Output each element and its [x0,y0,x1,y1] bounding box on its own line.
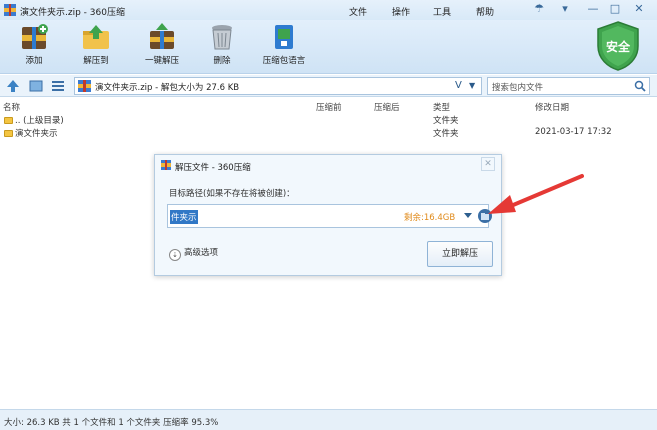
close-icon[interactable]: ✕ [630,2,648,16]
add-button[interactable]: 添加 [8,23,60,71]
chevron-double-down-icon: ⇣ [169,249,181,261]
window-title: 演文件夹示.zip - 360压缩 [20,8,125,18]
path-field[interactable]: 演文件夹示.zip - 解包大小为 27.6 KB V ▼ [74,77,482,95]
path-text: 演文件夹示.zip - 解包大小为 27.6 KB [95,83,240,93]
add-label: 添加 [25,56,43,66]
column-type[interactable]: 类型 [433,101,450,113]
extract-to-icon [83,25,109,49]
target-path-value: 件夹示 [170,210,198,224]
maximize-icon[interactable]: □ [606,2,624,16]
free-space: 剩余:16.4GB [404,213,456,223]
one-click-extract-label: 一键解压 [144,56,179,66]
row-name: .. (上级目录) [15,116,64,126]
up-arrow-icon[interactable] [5,78,21,94]
dialog-app-icon [161,160,171,170]
thumbnail-view-icon[interactable] [28,78,44,94]
path-label: 目标路径(如果不存在将被创建)： [169,189,295,199]
delete-label: 删除 [213,56,231,66]
trash-icon [212,25,232,50]
row-date: 2021-03-17 17:32 [535,127,612,137]
security-badge: 安全 [606,39,631,54]
dialog-title: 解压文件 - 360压缩 [175,163,251,173]
menu-file[interactable]: 文件 [349,5,367,18]
list-view-icon[interactable] [50,78,66,94]
archive-language-button[interactable]: 压缩包语言 [258,23,310,71]
column-name[interactable]: 名称 [3,101,20,113]
extract-dialog: 解压文件 - 360压缩 ✕ 目标路径(如果不存在将被创建)： 件夹示 剩余:1… [154,154,502,276]
zip-file-icon [78,80,91,92]
menu-tools[interactable]: 工具 [433,5,451,18]
row-type: 文件夹 [433,129,459,139]
title-bar: 演文件夹示.zip - 360压缩 文件 操作 工具 帮助 ☂ ▾ — □ ✕ [0,0,657,20]
column-date[interactable]: 修改日期 [535,101,569,113]
app-icon [4,4,16,16]
advanced-options-label: 高级选项 [184,248,219,258]
search-input[interactable]: 搜索包内文件 [487,77,650,95]
menu-help[interactable]: 帮助 [476,5,494,18]
extract-now-button[interactable]: 立即解压 [427,241,493,267]
folder-icon [4,130,13,137]
search-icon[interactable] [634,80,646,92]
search-placeholder: 搜索包内文件 [492,83,544,93]
menu-operation[interactable]: 操作 [392,5,410,18]
path-v-button[interactable]: V [455,80,462,91]
column-size-before[interactable]: 压缩前 [316,101,342,113]
extract-to-label: 解压到 [83,56,109,66]
toolbar: 添加 解压到 一键解压 删除 压缩包语言 [0,20,657,74]
skin-icon[interactable]: ☂ [530,2,548,16]
status-bar: 大小: 26.3 KB 共 1 个文件和 1 个文件夹 压缩率 95.3% [0,409,657,430]
path-dropdown-icon[interactable]: ▼ [469,81,475,90]
delete-button[interactable]: 删除 [196,23,248,71]
one-click-extract-button[interactable]: 一键解压 [136,23,188,71]
address-bar: 演文件夹示.zip - 解包大小为 27.6 KB V ▼ 搜索包内文件 [0,75,657,97]
add-archive-icon [22,24,48,49]
advanced-options-toggle[interactable]: ⇣ 高级选项 [169,246,218,261]
annotation-arrow-icon [488,174,584,214]
row-name: 演文件夹示 [15,129,58,139]
status-text: 大小: 26.3 KB 共 1 个文件和 1 个文件夹 压缩率 95.3% [4,418,219,428]
target-path-input[interactable]: 件夹示 剩余:16.4GB [167,204,492,228]
one-click-extract-icon [150,23,174,49]
column-size-after[interactable]: 压缩后 [374,101,400,113]
folder-icon [4,117,13,124]
menu-dropdown-icon[interactable]: ▾ [556,2,574,16]
minimize-icon[interactable]: — [584,2,602,16]
archive-language-icon [275,25,293,49]
archive-language-label: 压缩包语言 [262,56,306,66]
path-history-dropdown-icon[interactable] [464,213,472,218]
row-type: 文件夹 [433,116,459,126]
extract-to-button[interactable]: 解压到 [70,23,122,71]
security-shield-icon[interactable]: 安全 [594,20,642,72]
